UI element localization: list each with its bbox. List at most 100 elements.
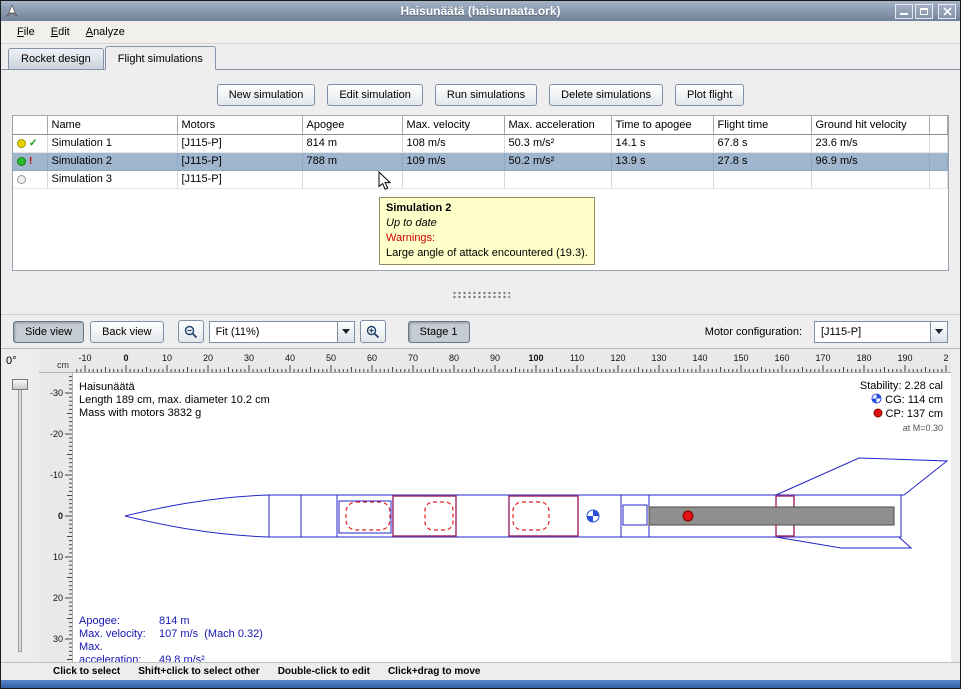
svg-text:0: 0 [58, 511, 63, 521]
zoom-in-button[interactable] [360, 320, 386, 343]
col-name[interactable]: Name [47, 116, 177, 134]
cell-flight-time[interactable]: 67.8 s [713, 134, 811, 152]
run-simulations-button[interactable]: Run simulations [435, 84, 537, 106]
cell-max-acceleration[interactable]: 50.2 m/s² [504, 152, 611, 170]
cell-max-velocity[interactable]: 108 m/s [402, 134, 504, 152]
taskbar-edge [1, 680, 960, 689]
split-pane-divider[interactable] [1, 284, 960, 314]
table-row[interactable]: ✓ Simulation 1 [J115-P] 814 m 108 m/s 50… [13, 134, 948, 152]
col-motors[interactable]: Motors [177, 116, 302, 134]
col-ground-hit-velocity[interactable]: Ground hit velocity [811, 116, 929, 134]
table-row[interactable]: Simulation 3 [J115-P] [13, 170, 948, 188]
cell-name[interactable]: Simulation 3 [47, 170, 177, 188]
svg-text:-10: -10 [78, 353, 91, 363]
zoom-value: Fit (11%) [210, 326, 337, 338]
cell-apogee[interactable]: 814 m [302, 134, 402, 152]
cell-max-acceleration[interactable]: 50.3 m/s² [504, 134, 611, 152]
rotation-angle: 0° [6, 355, 17, 367]
rotation-slider-track[interactable] [18, 379, 22, 652]
side-view-button[interactable]: Side view [13, 321, 84, 343]
fin-bottom [776, 537, 911, 548]
cell-motors[interactable]: [J115-P] [177, 170, 302, 188]
tab-rocket-design[interactable]: Rocket design [8, 48, 104, 69]
app-window: Haisunäätä (haisunaata.ork) File Edit An… [0, 0, 961, 689]
svg-text:-20: -20 [50, 429, 63, 439]
col-max-velocity[interactable]: Max. velocity [402, 116, 504, 134]
motor-config-arrow[interactable] [930, 322, 947, 342]
rotation-slider-handle[interactable] [12, 379, 28, 390]
cell-name[interactable]: Simulation 2 [47, 152, 177, 170]
cell-time-to-apogee[interactable]: 14.1 s [611, 134, 713, 152]
svg-text:160: 160 [774, 353, 789, 363]
cell-name[interactable]: Simulation 1 [47, 134, 177, 152]
back-view-button[interactable]: Back view [90, 321, 164, 343]
cell-ground-hit-velocity[interactable]: 96.9 m/s [811, 152, 929, 170]
cell-time-to-apogee[interactable] [611, 170, 713, 188]
motor-configuration-select[interactable]: [J115-P] [814, 321, 948, 343]
tooltip-warnings-label: Warnings: [386, 231, 588, 246]
maximize-button[interactable] [915, 4, 933, 19]
splitter-grip-icon[interactable] [452, 291, 510, 299]
hint-double-click: Double-click to edit [278, 666, 370, 677]
simulation-buttons: New simulation Edit simulation Run simul… [1, 70, 960, 106]
col-status[interactable] [13, 116, 47, 134]
cell-max-acceleration[interactable] [504, 170, 611, 188]
menu-edit[interactable]: Edit [43, 23, 78, 41]
status-not-simulated-icon [17, 175, 26, 184]
zoom-select[interactable]: Fit (11%) [209, 321, 355, 343]
cell-flight-time[interactable] [713, 170, 811, 188]
cell-max-velocity[interactable] [402, 170, 504, 188]
simulation-tooltip: Simulation 2 Up to date Warnings: Large … [379, 197, 595, 265]
svg-text:50: 50 [326, 353, 336, 363]
table-row-selected[interactable]: ! Simulation 2 [J115-P] 788 m 109 m/s 50… [13, 152, 948, 170]
svg-text:20: 20 [53, 593, 63, 603]
zoom-in-icon [366, 325, 380, 339]
cell-ground-hit-velocity[interactable] [811, 170, 929, 188]
menu-file[interactable]: File [9, 23, 43, 41]
tooltip-warning-text: Large angle of attack encountered (19.3)… [386, 246, 588, 261]
zoom-out-button[interactable] [178, 320, 204, 343]
cell-apogee[interactable]: 788 m [302, 152, 402, 170]
rocket-canvas[interactable]: Haisunäätä Length 189 cm, max. diameter … [73, 373, 951, 663]
svg-text:10: 10 [53, 552, 63, 562]
svg-text:30: 30 [53, 634, 63, 644]
col-filler [929, 116, 948, 134]
cp-marker [683, 511, 693, 521]
tab-flight-simulations[interactable]: Flight simulations [105, 46, 216, 70]
svg-text:100: 100 [528, 353, 543, 363]
horizontal-ruler: -100102030405060708090100110120130140150… [73, 349, 951, 373]
flight-info: Apogee:814 m Max. velocity:107 m/s (Mach… [79, 615, 263, 667]
col-apogee[interactable]: Apogee [302, 116, 402, 134]
mouse-cursor-icon [378, 171, 392, 191]
plot-flight-button[interactable]: Plot flight [675, 84, 744, 106]
parachute-2 [513, 502, 549, 530]
edit-simulation-button[interactable]: Edit simulation [327, 84, 423, 106]
col-max-acceleration[interactable]: Max. acceleration [504, 116, 611, 134]
stage-1-toggle[interactable]: Stage 1 [408, 321, 470, 343]
svg-text:30: 30 [244, 353, 254, 363]
new-simulation-button[interactable]: New simulation [217, 84, 316, 106]
cell-motors[interactable]: [J115-P] [177, 152, 302, 170]
status-ok-flag: ✓ [29, 139, 37, 148]
cell-max-velocity[interactable]: 109 m/s [402, 152, 504, 170]
menu-analyze[interactable]: Analyze [78, 23, 133, 41]
cell-time-to-apogee[interactable]: 13.9 s [611, 152, 713, 170]
coupler-2 [509, 496, 578, 536]
cell-flight-time[interactable]: 27.8 s [713, 152, 811, 170]
rotation-slider: 0° [1, 349, 39, 662]
delete-simulations-button[interactable]: Delete simulations [549, 84, 663, 106]
col-time-to-apogee[interactable]: Time to apogee [611, 116, 713, 134]
col-flight-time[interactable]: Flight time [713, 116, 811, 134]
minimize-button[interactable] [895, 4, 913, 19]
cell-ground-hit-velocity[interactable]: 23.6 m/s [811, 134, 929, 152]
chevron-down-icon [935, 329, 943, 334]
svg-text:170: 170 [815, 353, 830, 363]
hint-shift-click: Shift+click to select other [138, 666, 259, 677]
close-button[interactable] [938, 4, 956, 19]
svg-text:0: 0 [123, 353, 128, 363]
titlebar: Haisunäätä (haisunaata.ork) [1, 1, 960, 21]
svg-text:10: 10 [162, 353, 172, 363]
zoom-select-arrow[interactable] [337, 322, 354, 342]
cell-motors[interactable]: [J115-P] [177, 134, 302, 152]
stability-info: Stability: 2.28 cal CG: 114 cm CP: 137 c… [860, 379, 943, 435]
